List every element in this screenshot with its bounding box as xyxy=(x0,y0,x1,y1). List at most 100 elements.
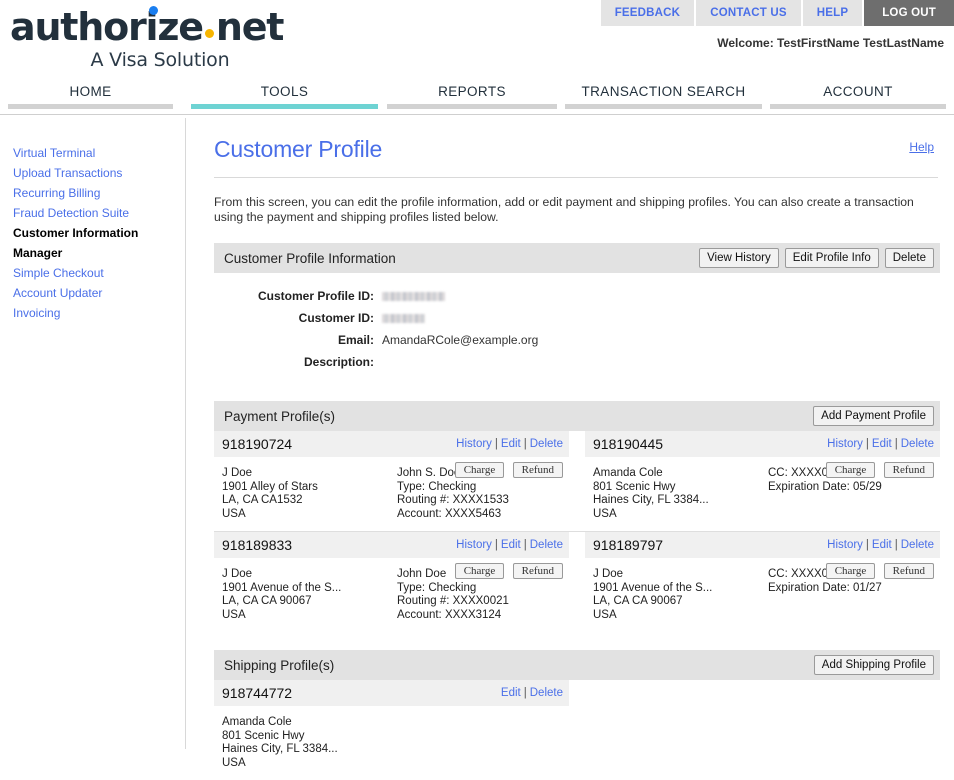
action-separator: | xyxy=(524,438,527,450)
payment-profile-history-link[interactable]: History xyxy=(827,438,863,450)
add-shipping-profile-button[interactable]: Add Shipping Profile xyxy=(814,655,934,675)
top-bar: authorizenet A Visa Solution FEEDBACK CO… xyxy=(0,0,954,80)
tab-reports[interactable]: REPORTS xyxy=(387,84,557,114)
payment-profile-body: Charge Refund J Doe 1901 Avenue of the S… xyxy=(585,558,940,632)
payment-profile-actions: History|Edit|Delete xyxy=(456,438,563,450)
payment-profile-actions: History|Edit|Delete xyxy=(827,539,934,551)
shipping-profiles-grid: 918744772 Edit|Delete Amanda Cole 801 Sc… xyxy=(214,680,940,780)
edit-profile-info-button[interactable]: Edit Profile Info xyxy=(785,248,879,268)
shipping-profile-edit-link[interactable]: Edit xyxy=(501,687,521,699)
delete-profile-button[interactable]: Delete xyxy=(885,248,934,268)
field-customer-id: Customer ID: xyxy=(214,307,940,329)
page-title: Customer Profile xyxy=(214,136,940,163)
payment-profile-address: J Doe 1901 Avenue of the S... LA, CA CA … xyxy=(593,568,768,622)
payment-profiles-header: Payment Profile(s) Add Payment Profile xyxy=(214,401,940,431)
payment-profile-edit-link[interactable]: Edit xyxy=(872,438,892,450)
action-separator: | xyxy=(495,438,498,450)
charge-button[interactable]: Charge xyxy=(826,462,876,478)
payment-profile-delete-link[interactable]: Delete xyxy=(530,539,563,551)
payment-profile-edit-link[interactable]: Edit xyxy=(501,438,521,450)
payment-profile-history-link[interactable]: History xyxy=(456,539,492,551)
logo-wordmark: authorizenet xyxy=(10,8,310,46)
payment-profile-id-row: 918190445 History|Edit|Delete xyxy=(585,431,940,457)
payment-profile-delete-link[interactable]: Delete xyxy=(901,438,934,450)
payment-profile-edit-link[interactable]: Edit xyxy=(872,539,892,551)
tab-transaction-search[interactable]: TRANSACTION SEARCH xyxy=(565,84,762,114)
sidebar-item-customer-information-manager[interactable]: Customer Information Manager xyxy=(0,223,185,263)
field-email: Email: AmandaRCole@example.org xyxy=(214,329,940,351)
tab-tools[interactable]: TOOLS xyxy=(191,84,378,114)
payment-profile-id: 918190445 xyxy=(593,436,827,452)
payment-profile-action-buttons: Charge Refund xyxy=(450,462,563,478)
page-help-link[interactable]: Help xyxy=(909,140,934,154)
field-description-label: Description: xyxy=(214,355,382,369)
payment-profile-delete-link[interactable]: Delete xyxy=(530,438,563,450)
action-separator: | xyxy=(866,539,869,551)
payment-profile-body: Charge Refund J Doe 1901 Avenue of the S… xyxy=(214,558,569,632)
sidebar: Virtual Terminal Upload Transactions Rec… xyxy=(0,118,186,749)
tab-account[interactable]: ACCOUNT xyxy=(770,84,946,114)
utility-link-feedback[interactable]: FEEDBACK xyxy=(601,0,697,26)
payment-profile-card: 918190724 History|Edit|Delete Charge Ref… xyxy=(214,431,577,531)
tab-home[interactable]: HOME xyxy=(8,84,173,114)
utility-link-contact-us[interactable]: CONTACT US xyxy=(696,0,803,26)
sidebar-item-invoicing[interactable]: Invoicing xyxy=(0,303,185,323)
payment-profile-id-row: 918189833 History|Edit|Delete xyxy=(214,532,569,558)
charge-button[interactable]: Charge xyxy=(455,462,505,478)
payment-profile-card: 918189833 History|Edit|Delete Charge Ref… xyxy=(214,532,577,632)
tab-tools-underline xyxy=(191,104,378,109)
page-header: Customer Profile Help xyxy=(214,118,940,178)
customer-profile-information-title: Customer Profile Information xyxy=(224,251,693,266)
authorize-net-logo: authorizenet A Visa Solution xyxy=(10,8,310,71)
logo-text-net: net xyxy=(216,5,283,49)
charge-button[interactable]: Charge xyxy=(455,563,505,579)
sidebar-item-fraud-detection-suite[interactable]: Fraud Detection Suite xyxy=(0,203,185,223)
shipping-profiles-title: Shipping Profile(s) xyxy=(224,658,808,673)
page-title-divider xyxy=(214,177,938,178)
action-separator: | xyxy=(495,539,498,551)
payment-profile-card: 918189797 History|Edit|Delete Charge Ref… xyxy=(577,532,940,632)
action-separator: | xyxy=(866,438,869,450)
sidebar-item-virtual-terminal[interactable]: Virtual Terminal xyxy=(0,143,185,163)
payment-profile-action-buttons: Charge Refund xyxy=(821,563,934,579)
payment-profile-delete-link[interactable]: Delete xyxy=(901,539,934,551)
payment-profile-action-buttons: Charge Refund xyxy=(821,462,934,478)
redacted-customer-profile-id xyxy=(382,292,445,301)
utility-nav: FEEDBACK CONTACT US HELP LOG OUT xyxy=(601,0,954,26)
payment-profile-history-link[interactable]: History xyxy=(456,438,492,450)
field-description: Description: xyxy=(214,351,940,373)
customer-profile-information-header: Customer Profile Information View Histor… xyxy=(214,243,940,273)
tab-transaction-search-underline xyxy=(565,104,762,109)
field-customer-profile-id-label: Customer Profile ID: xyxy=(214,289,382,303)
action-separator: | xyxy=(524,687,527,699)
field-email-label: Email: xyxy=(214,333,382,347)
add-payment-profile-button[interactable]: Add Payment Profile xyxy=(813,406,934,426)
payment-profiles-title: Payment Profile(s) xyxy=(224,409,807,424)
payment-profile-body: Charge Refund Amanda Cole 801 Scenic Hwy… xyxy=(585,457,940,531)
customer-profile-information-body: Customer Profile ID: Customer ID: Email:… xyxy=(214,273,940,383)
shipping-profile-card: 918744772 Edit|Delete Amanda Cole 801 Sc… xyxy=(214,680,577,780)
refund-button[interactable]: Refund xyxy=(513,462,563,478)
sidebar-item-simple-checkout[interactable]: Simple Checkout xyxy=(0,263,185,283)
payment-profile-id: 918190724 xyxy=(222,436,456,452)
view-history-button[interactable]: View History xyxy=(699,248,779,268)
shipping-profile-id-row: 918744772 Edit|Delete xyxy=(214,680,569,706)
field-customer-profile-id: Customer Profile ID: xyxy=(214,285,940,307)
refund-button[interactable]: Refund xyxy=(513,563,563,579)
refund-button[interactable]: Refund xyxy=(884,462,934,478)
field-customer-id-label: Customer ID: xyxy=(214,311,382,325)
sidebar-item-recurring-billing[interactable]: Recurring Billing xyxy=(0,183,185,203)
sidebar-item-upload-transactions[interactable]: Upload Transactions xyxy=(0,163,185,183)
utility-link-log-out[interactable]: LOG OUT xyxy=(864,0,954,26)
payment-profile-history-link[interactable]: History xyxy=(827,539,863,551)
shipping-profiles-header: Shipping Profile(s) Add Shipping Profile xyxy=(214,650,940,680)
sidebar-item-account-updater[interactable]: Account Updater xyxy=(0,283,185,303)
payment-profile-address: J Doe 1901 Alley of Stars LA, CA CA1532 … xyxy=(222,467,397,521)
charge-button[interactable]: Charge xyxy=(826,563,876,579)
utility-link-help[interactable]: HELP xyxy=(803,0,864,26)
refund-button[interactable]: Refund xyxy=(884,563,934,579)
tab-account-underline xyxy=(770,104,946,109)
shipping-profile-empty-slot xyxy=(577,680,940,780)
shipping-profile-delete-link[interactable]: Delete xyxy=(530,687,563,699)
payment-profile-edit-link[interactable]: Edit xyxy=(501,539,521,551)
